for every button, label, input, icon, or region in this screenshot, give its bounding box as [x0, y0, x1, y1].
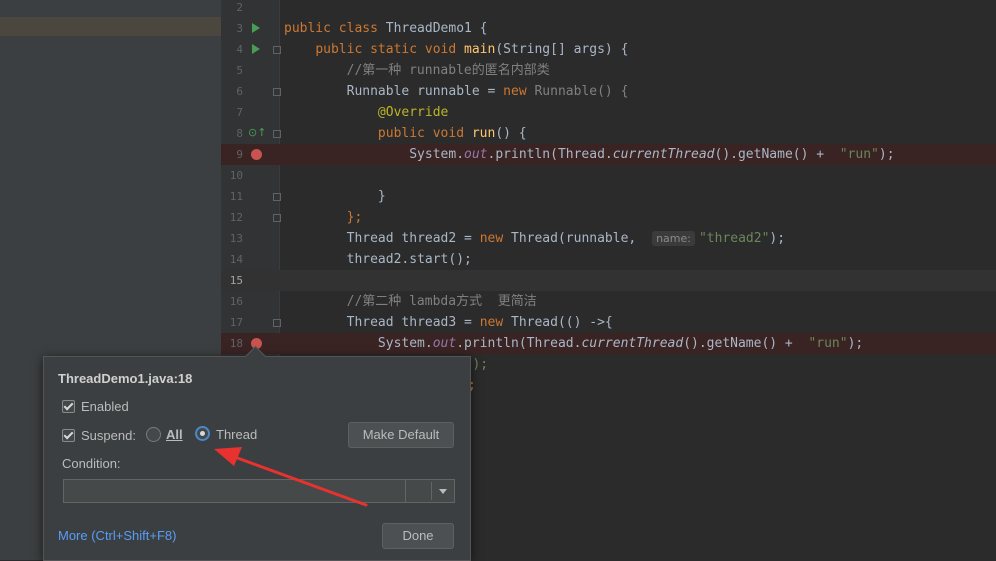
popup-title: ThreadDemo1.java:18 [58, 371, 193, 386]
fold-icon[interactable] [273, 46, 281, 54]
code-line: 5 //第一种 runnable的匿名内部类 [221, 60, 996, 81]
condition-label: Condition: [62, 456, 121, 471]
code-line: 6 Runnable runnable = new Runnable() { [221, 81, 996, 102]
code-line: 3 public class ThreadDemo1 { [221, 18, 996, 39]
enabled-label[interactable]: Enabled [81, 399, 129, 414]
override-icon[interactable]: ⊙↑ [248, 127, 266, 139]
line-number: 18 [229, 337, 243, 350]
line-number: 9 [236, 148, 243, 161]
code-line: 7 @Override [221, 102, 996, 123]
suspend-checkbox[interactable] [62, 429, 75, 442]
code-line: 2 [221, 0, 996, 18]
line-number: 8 [236, 127, 243, 140]
line-number: 10 [229, 169, 243, 182]
suspend-all-label[interactable]: All [166, 427, 183, 442]
code-line: 14 thread2.start(); [221, 249, 996, 270]
code-line: 10 [221, 165, 996, 186]
make-default-button[interactable]: Make Default [348, 422, 454, 448]
code-line: 12 }; [221, 207, 996, 228]
line-number: 17 [229, 316, 243, 329]
condition-history-dropdown[interactable] [405, 479, 455, 503]
chevron-down-icon [439, 489, 447, 494]
dropdown-separator [431, 482, 432, 500]
code-line: 8 ⊙↑ public void run() { [221, 123, 996, 144]
line-number: 7 [236, 106, 243, 119]
code-line: 17 Thread thread3 = new Thread(() ->{ [221, 312, 996, 333]
code-line-current: 15 [221, 270, 996, 291]
line-number: 6 [236, 85, 243, 98]
line-number: 11 [229, 190, 243, 203]
line-number: 15 [229, 274, 243, 287]
line-number: 16 [229, 295, 243, 308]
parameter-hint: name: [652, 231, 695, 246]
run-gutter-icon[interactable] [252, 44, 260, 54]
run-gutter-icon[interactable] [252, 23, 260, 33]
fold-icon[interactable] [273, 214, 281, 222]
enabled-checkbox[interactable] [62, 400, 75, 413]
code-line: 4 public static void main(String[] args)… [221, 39, 996, 60]
code-line: 11 } [221, 186, 996, 207]
line-number: 2 [236, 1, 243, 14]
suspend-thread-radio[interactable] [195, 426, 210, 441]
code-line: 16 //第二种 lambda方式 更简洁 [221, 291, 996, 312]
line-number: 12 [229, 211, 243, 224]
line-number: 5 [236, 64, 243, 77]
more-link[interactable]: More (Ctrl+Shift+F8) [58, 528, 176, 543]
code-line: 13 Thread thread2 = new Thread(runnable,… [221, 228, 996, 249]
line-number: 14 [229, 253, 243, 266]
line-number: 4 [236, 43, 243, 56]
done-button[interactable]: Done [382, 523, 454, 549]
suspend-thread-label[interactable]: Thread [216, 427, 257, 442]
suspend-all-radio[interactable] [146, 427, 161, 442]
fold-icon[interactable] [273, 193, 281, 201]
breakpoint-properties-popup: ThreadDemo1.java:18 Enabled Suspend: All… [43, 345, 471, 561]
code-line: 18 System.out.println(Thread.currentThre… [221, 333, 996, 354]
suspend-label[interactable]: Suspend: [81, 428, 136, 443]
line-number: 3 [236, 22, 243, 35]
selected-tree-row[interactable] [0, 17, 221, 36]
breakpoint-icon[interactable] [251, 149, 262, 160]
fold-icon[interactable] [273, 88, 281, 96]
condition-input[interactable] [63, 479, 406, 503]
line-number: 13 [229, 232, 243, 245]
fold-icon[interactable] [273, 319, 281, 327]
fold-icon[interactable] [273, 130, 281, 138]
code-line: 9 System.out.println(Thread.currentThrea… [221, 144, 996, 165]
